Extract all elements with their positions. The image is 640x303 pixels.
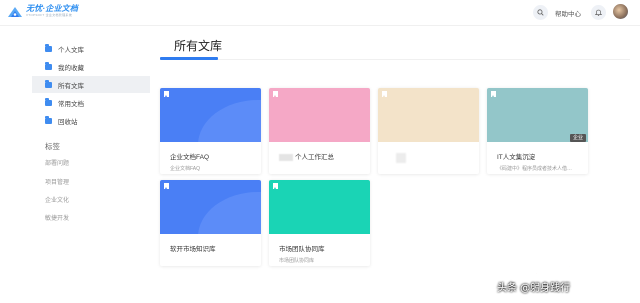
- card-cover: [160, 180, 261, 234]
- bookmark-icon: [164, 91, 169, 97]
- card-title: 企业文档FAQ: [170, 154, 210, 161]
- sidebar-item-recycle-bin[interactable]: 回收站: [32, 112, 150, 129]
- title-divider: [160, 59, 630, 60]
- sidebar-item-label: 所有文库: [58, 82, 84, 90]
- bookmark-icon: [491, 91, 496, 97]
- card-description: 企业文档FAQ: [170, 166, 201, 172]
- top-header: 无忧·企业文档 VTOPSOFT 企业文档管理系统 帮助中心: [0, 0, 640, 26]
- tag-item[interactable]: 项目管理: [45, 177, 69, 186]
- redacted-text: [279, 153, 293, 161]
- folder-icon: [45, 116, 52, 124]
- bell-icon: [595, 9, 602, 16]
- bookmark-icon: [382, 91, 387, 97]
- library-card[interactable]: 企业 IT人文集沉淀 《码建中》程序员成者技术人借…: [487, 88, 588, 174]
- bookmark-icon: [164, 183, 169, 189]
- library-card[interactable]: 个人工作汇总: [269, 88, 370, 174]
- page-title: 所有文库: [174, 39, 223, 53]
- bookmark-icon: [273, 91, 278, 97]
- library-card[interactable]: 企业文档FAQ 企业文档FAQ: [160, 88, 261, 174]
- sidebar-item-label: 个人文库: [58, 46, 84, 54]
- folder-icon: [45, 80, 52, 88]
- logo-subtitle: VTOPSOFT 企业文档管理系统: [26, 13, 72, 17]
- card-cover: [378, 88, 479, 142]
- card-title: 市场团队协同库: [279, 246, 325, 253]
- tag-item[interactable]: 敏捷开发: [45, 213, 69, 222]
- search-icon: [537, 9, 544, 16]
- card-title: 个人工作汇总: [279, 151, 334, 161]
- redacted-text: [396, 153, 406, 163]
- card-cover: [269, 180, 370, 234]
- card-cover: 企业: [487, 88, 588, 142]
- author-watermark: 头条 @躬身践行: [497, 283, 571, 294]
- help-center-link[interactable]: 帮助中心: [555, 8, 581, 18]
- sidebar-item-all-libraries[interactable]: 所有文库: [32, 76, 150, 93]
- notification-button[interactable]: [591, 5, 606, 20]
- user-avatar[interactable]: [613, 4, 628, 19]
- search-button[interactable]: [533, 5, 548, 20]
- card-cover: [160, 88, 261, 142]
- logo-icon: [7, 5, 23, 17]
- sidebar-item-label: 我的收藏: [58, 64, 84, 72]
- library-card[interactable]: 软开市场知识库: [160, 180, 261, 266]
- card-cover: [269, 88, 370, 142]
- card-description: 《码建中》程序员成者技术人借…: [497, 166, 573, 172]
- sidebar-item-favorites[interactable]: 我的收藏: [32, 58, 150, 75]
- card-title: 软开市场知识库: [170, 246, 216, 253]
- folder-icon: [45, 44, 52, 52]
- library-card[interactable]: 市场团队协同库 市场团队协同库: [269, 180, 370, 266]
- title-underline: [160, 57, 218, 60]
- sidebar-item-label: 回收站: [58, 118, 78, 126]
- tags-heading: 标签: [45, 142, 60, 151]
- app-logo[interactable]: 无忧·企业文档 VTOPSOFT 企业文档管理系统: [7, 5, 78, 17]
- sidebar-item-label: 常用文档: [58, 100, 84, 108]
- card-badge: 企业: [569, 134, 586, 142]
- sidebar-item-frequent-docs[interactable]: 常用文档: [32, 94, 150, 111]
- tag-item[interactable]: 企业文化: [45, 195, 69, 204]
- library-card[interactable]: [378, 88, 479, 174]
- site-watermark: 锐客网: [532, 254, 595, 279]
- sidebar-item-personal-library[interactable]: 个人文库: [32, 40, 150, 57]
- folder-icon: [45, 98, 52, 106]
- card-title: IT人文集沉淀: [497, 154, 536, 161]
- logo-title: 无忧·企业文档: [26, 4, 79, 13]
- tag-item[interactable]: 部署问题: [45, 158, 69, 167]
- bookmark-icon: [273, 183, 278, 189]
- folder-icon: [45, 62, 52, 70]
- card-description: 市场团队协同库: [279, 258, 315, 264]
